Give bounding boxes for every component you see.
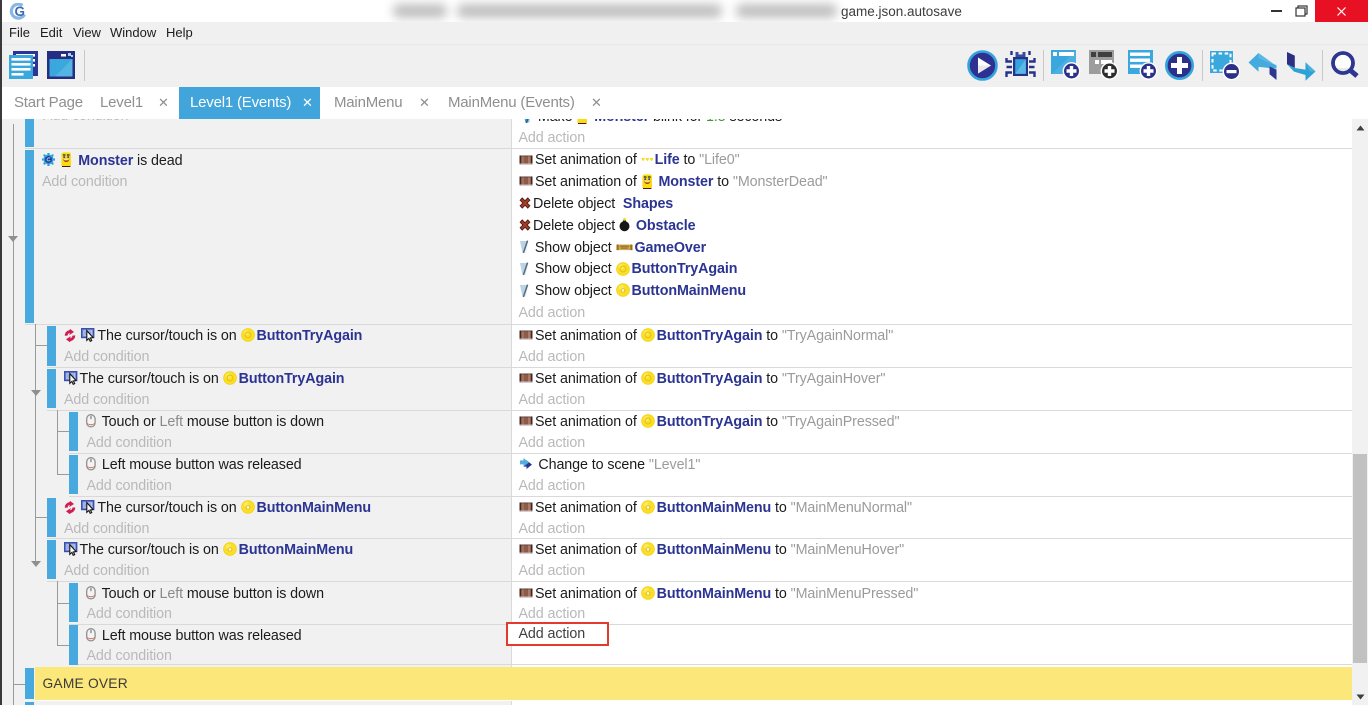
- svg-text:G: G: [15, 4, 26, 19]
